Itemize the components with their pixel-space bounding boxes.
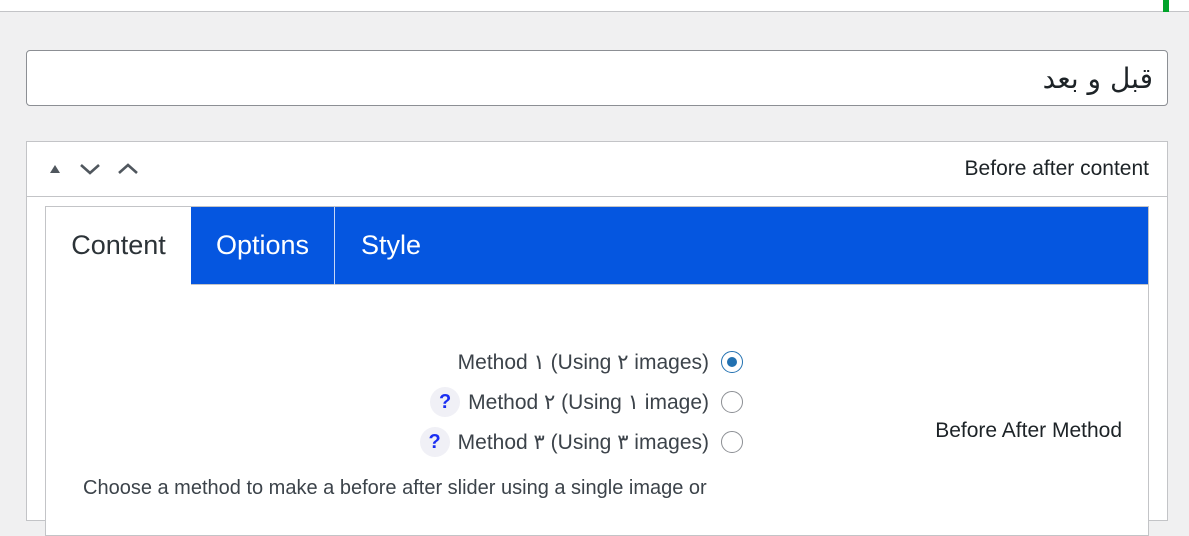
top-panel-strip: [0, 0, 1189, 12]
tab-style[interactable]: Style: [335, 207, 447, 285]
metabox-inside: Content Options Style Before After Metho…: [45, 206, 1149, 536]
handle-actions: [45, 156, 147, 182]
method-option-2-radio[interactable]: [721, 391, 743, 413]
post-title-input[interactable]: [26, 50, 1168, 106]
help-icon[interactable]: ?: [419, 427, 450, 457]
tab-content[interactable]: Content: [46, 207, 191, 285]
toggle-panel-button[interactable]: [109, 156, 147, 182]
postbox-header: Before after content: [27, 142, 1167, 197]
method-option-1-radio[interactable]: [721, 351, 743, 373]
method-description: Choose a method to make a before after s…: [83, 477, 707, 499]
chevron-up-icon: [118, 163, 138, 174]
method-option-3-radio[interactable]: [721, 431, 743, 453]
method-option-3-label: Method ٣ (Using ٣ images): [457, 430, 709, 454]
move-up-button[interactable]: [45, 156, 65, 182]
method-field-label: Before After Method: [935, 419, 1122, 442]
method-option-1-label: Method ١ (Using ٢ images): [457, 350, 709, 374]
postbox-title: Before after content: [964, 157, 1149, 180]
triangle-up-icon: [50, 165, 60, 173]
method-option-1[interactable]: Method ١ (Using ٢ images): [458, 347, 743, 377]
tab-options[interactable]: Options: [191, 207, 335, 285]
method-option-3[interactable]: ? Method ٣ (Using ٣ images): [419, 427, 743, 457]
method-option-2[interactable]: ? Method ٢ (Using ١ image): [430, 387, 743, 417]
help-icon[interactable]: ?: [430, 387, 461, 417]
tab-bar: Content Options Style: [46, 207, 1148, 285]
move-down-button[interactable]: [71, 156, 109, 182]
before-after-postbox: Before after content Content Options Sty…: [26, 141, 1168, 536]
status-accent-bar: [1163, 0, 1169, 12]
chevron-down-icon: [80, 164, 100, 175]
method-option-2-label: Method ٢ (Using ١ image): [468, 390, 709, 414]
